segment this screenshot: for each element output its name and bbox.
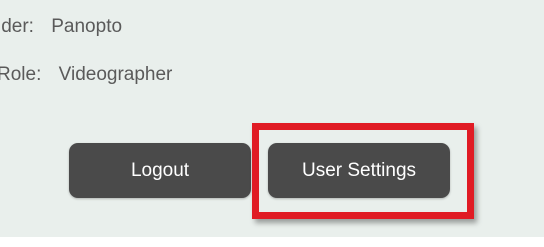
logout-button[interactable]: Logout	[69, 143, 251, 198]
provider-label: ider:	[0, 16, 34, 37]
provider-row: ider: Panopto	[0, 16, 122, 38]
provider-value: Panopto	[51, 16, 123, 37]
user-settings-button[interactable]: User Settings	[268, 143, 450, 198]
user-info-panel: ider: Panopto Role: Videographer Logout …	[0, 0, 544, 237]
role-label: Role:	[0, 64, 42, 85]
role-row: Role: Videographer	[0, 64, 172, 86]
role-value: Videographer	[58, 64, 173, 85]
